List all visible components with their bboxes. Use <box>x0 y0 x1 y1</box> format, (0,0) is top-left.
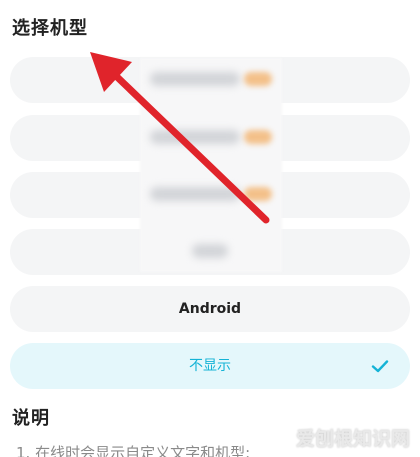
select-device-screen: 选择机型 Android 不显示 说明 1. 在线时会显示自定义文字和机型: 爱… <box>0 0 420 457</box>
redacted-text <box>192 244 228 258</box>
redacted-text <box>150 187 240 201</box>
section-title: 选择机型 <box>12 18 88 39</box>
device-option-label: Android <box>178 301 242 317</box>
redacted-region <box>140 58 282 272</box>
description-text: 1. 在线时会显示自定义文字和机型: <box>16 444 251 457</box>
redacted-badge <box>244 187 272 201</box>
redacted-badge <box>244 130 272 144</box>
device-option-hide[interactable]: 不显示 <box>10 343 410 389</box>
watermark-text: 爱刨根知识网 <box>295 428 410 450</box>
device-option-android[interactable]: Android <box>10 286 410 332</box>
description-title: 说明 <box>12 408 50 429</box>
redacted-text <box>150 130 240 144</box>
redacted-text <box>150 72 240 86</box>
redacted-badge <box>244 72 272 86</box>
check-icon <box>371 360 389 373</box>
device-option-label: 不显示 <box>189 358 231 374</box>
